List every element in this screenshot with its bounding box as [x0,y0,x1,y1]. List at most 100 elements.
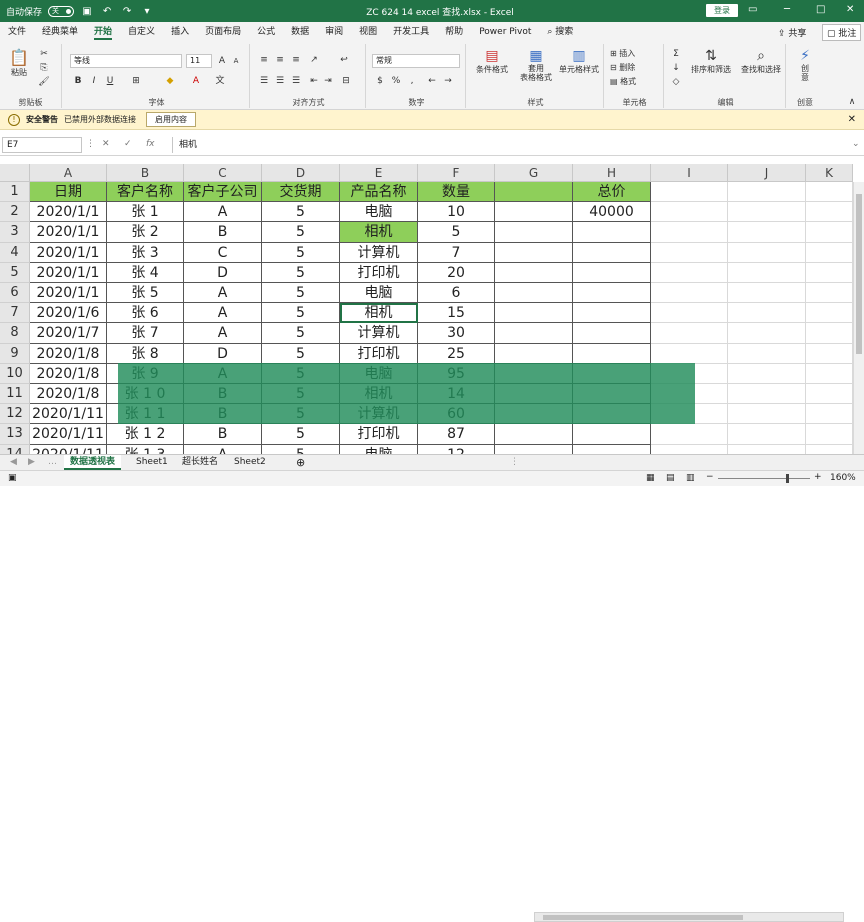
row-header[interactable]: 12 [0,404,30,425]
grid-cell[interactable] [495,303,573,324]
zoom-in-icon[interactable]: + [814,472,822,482]
column-header-c[interactable]: C [184,164,262,182]
align-right-icon[interactable]: ☰ [290,75,302,87]
share-button[interactable]: ⇪ 共享 [772,25,812,40]
grid-cell[interactable] [573,222,651,243]
grid-cell[interactable]: 5 [262,202,340,223]
grid-cell[interactable]: 5 [262,343,340,364]
header-cell[interactable] [728,182,806,203]
grid-cell[interactable]: 2020/1/1 [30,262,107,283]
grid-cell[interactable]: 87 [418,424,495,445]
grid-cell[interactable] [806,222,853,243]
grid-cell[interactable]: A [184,283,262,304]
tab-view[interactable]: 视图 [351,22,385,42]
font-color-icon[interactable]: A [190,75,202,87]
grid-cell[interactable]: 5 [262,303,340,324]
grid-cell[interactable]: A [184,202,262,223]
grid-cell[interactable]: 40000 [573,202,651,223]
grid-cell[interactable]: 张 2 [107,222,184,243]
format-painter-icon[interactable]: 🖌 [38,76,50,88]
grid-cell[interactable] [651,343,728,364]
grid-cell[interactable]: 张 4 [107,262,184,283]
row-header[interactable]: 3 [0,222,30,243]
clear-icon[interactable]: ◇ [670,76,682,88]
bold-icon[interactable]: B [72,75,84,87]
name-box[interactable]: E7 [2,137,82,153]
header-cell[interactable]: 日期 [30,182,107,203]
merge-center-icon[interactable]: ⊟ [340,75,352,87]
column-header-g[interactable]: G [495,164,573,182]
column-header-f[interactable]: F [418,164,495,182]
page-break-view-icon[interactable]: ▥ [686,473,695,483]
zoom-slider-thumb[interactable] [786,474,789,483]
font-size-select[interactable]: 11 [186,54,212,68]
login-button[interactable]: 登录 [706,4,738,17]
decrease-decimal-icon[interactable]: → [442,75,454,87]
grid-cell[interactable]: 5 [418,222,495,243]
column-header-a[interactable]: A [30,164,107,182]
grid-cell[interactable] [495,242,573,263]
grid-cell[interactable] [806,323,853,344]
grid-cell[interactable]: B [184,222,262,243]
grid-cell[interactable]: 张 8 [107,343,184,364]
grid-cell[interactable] [573,303,651,324]
grid-cell[interactable] [651,202,728,223]
tab-file[interactable]: 文件 [0,22,34,42]
grid-cell[interactable] [651,323,728,344]
orientation-icon[interactable]: ↗ [308,54,320,66]
grid-cell[interactable]: D [184,343,262,364]
prev-sheet-icon[interactable]: ◀ [4,455,23,470]
grid-cell[interactable]: 5 [262,424,340,445]
tab-page-layout[interactable]: 页面布局 [197,22,249,42]
macro-record-icon[interactable]: ▣ [8,473,17,483]
vertical-scroll-thumb[interactable] [856,194,862,354]
row-header[interactable]: 7 [0,303,30,324]
align-middle-icon[interactable]: ≡ [274,54,286,66]
grid-cell[interactable]: 2020/1/1 [30,283,107,304]
tab-formulas[interactable]: 公式 [249,22,283,42]
grid-cell[interactable]: 2020/1/8 [30,384,107,405]
tab-home[interactable]: 开始 [86,22,120,42]
grid-cell[interactable]: 5 [262,283,340,304]
sort-filter-button[interactable]: ⇅ 排序和筛选 [686,48,736,75]
delete-cells-button[interactable]: ⊟ 删除 [610,62,635,73]
grid-cell[interactable] [806,384,853,405]
grid-cell[interactable]: 5 [262,323,340,344]
sheet-tab-sheet2[interactable]: Sheet2 [228,455,272,470]
phonetic-icon[interactable]: 文 [214,75,226,87]
find-select-button[interactable]: ⌕ 查找和选择 [736,48,786,75]
grid-cell[interactable] [495,202,573,223]
sheet-tab-pivot[interactable]: 数据透视表 [64,455,122,470]
grid-cell[interactable] [573,424,651,445]
grid-cell[interactable]: 2020/1/11 [30,404,107,425]
page-layout-view-icon[interactable]: ▤ [666,473,675,483]
grid-cell[interactable] [495,283,573,304]
grid-cell[interactable] [495,222,573,243]
grid-cell[interactable] [806,242,853,263]
grid-cell[interactable]: 7 [418,242,495,263]
decrease-font-icon[interactable]: A [230,55,242,67]
fill-icon[interactable]: ↓ [670,62,682,74]
grid-cell[interactable]: 2020/1/6 [30,303,107,324]
tab-help[interactable]: 帮助 [437,22,471,42]
grid-cell[interactable]: 5 [262,222,340,243]
header-cell[interactable] [651,182,728,203]
grid-cell[interactable] [573,283,651,304]
grid-cell[interactable] [806,424,853,445]
row-header[interactable]: 9 [0,343,30,364]
grid-cell[interactable] [728,303,806,324]
grid-cell[interactable]: 打印机 [340,424,418,445]
font-name-select[interactable]: 等线 [70,54,182,68]
column-header-j[interactable]: J [728,164,806,182]
comma-icon[interactable]: , [406,75,418,87]
grid-cell[interactable] [806,283,853,304]
header-cell[interactable] [495,182,573,203]
grid-cell[interactable] [651,424,728,445]
grid-cell[interactable] [651,303,728,324]
grid-cell[interactable] [573,323,651,344]
redo-icon[interactable]: ↷ [120,4,134,18]
zoom-slider[interactable] [718,478,810,479]
grid-cell[interactable]: 2020/1/1 [30,202,107,223]
horizontal-scrollbar[interactable] [534,912,844,922]
align-center-icon[interactable]: ☰ [274,75,286,87]
